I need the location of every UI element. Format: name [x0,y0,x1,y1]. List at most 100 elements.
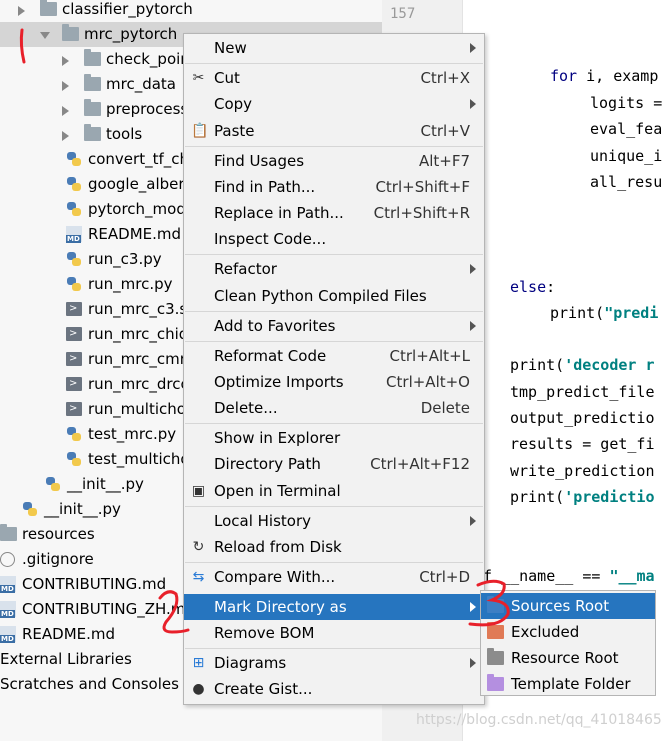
menu-item-refactor[interactable]: Refactor [184,256,484,282]
resource-root-folder-icon [487,648,504,665]
menu-item-label: Reformat Code [214,347,327,365]
menu-item-label: Mark Directory as [214,598,347,616]
menu-item-diagrams[interactable]: ⊞ Diagrams [184,650,484,676]
tree-item-label: resources [22,525,95,543]
menu-item-label: Create Gist... [214,680,313,698]
tree-item-label: run_c3.py [88,250,162,268]
folder-icon [40,0,57,16]
mark-directory-submenu: Sources Root Excluded Resource Root Templat… [480,590,656,696]
tree-item-label: tools [106,125,143,143]
chevron-right-icon[interactable] [62,106,69,116]
code-line: else: [510,278,555,296]
tree-item-label: CONTRIBUTING.md [22,575,167,593]
menu-item-optimize-imports[interactable]: Optimize Imports Ctrl+Alt+O [184,369,484,395]
submenu-arrow-icon [470,99,476,109]
markdown-file-icon [0,626,16,643]
code-keyword: for [550,67,578,85]
menu-item-shortcut: Ctrl+Shift+F [375,178,470,196]
menu-item-remove-bom[interactable]: Remove BOM [184,620,484,646]
submenu-item-template-folder[interactable]: Template Folder [481,671,655,697]
menu-item-inspect-code[interactable]: Inspect Code... [184,226,484,252]
code-string: "__ma [609,567,655,585]
menu-item-label: Replace in Path... [214,204,344,222]
menu-separator [185,311,483,312]
menu-item-paste[interactable]: 📋 Paste Ctrl+V [184,118,484,144]
code-text: output_predictio [510,409,655,427]
menu-item-label: Inspect Code... [214,230,327,248]
menu-item-shortcut: Ctrl+Alt+L [389,347,471,365]
menu-separator [185,562,483,563]
chevron-right-icon[interactable] [62,56,69,66]
menu-item-delete[interactable]: Delete... Delete [184,395,484,421]
code-text: print( [510,356,565,374]
menu-item-copy[interactable]: Copy [184,91,484,117]
menu-item-new[interactable]: New [184,35,484,61]
code-line: unique_i [590,147,662,165]
menu-item-shortcut: Ctrl+Shift+R [373,204,470,222]
chevron-down-icon[interactable] [40,32,50,39]
code-line: tmp_predict_file [510,383,655,401]
code-text: logits = [590,94,663,112]
tree-item-label: run_multicho [88,400,186,418]
submenu-arrow-icon [470,321,476,331]
python-file-icon [66,151,82,167]
submenu-item-label: Excluded [511,623,580,641]
submenu-arrow-icon [470,516,476,526]
menu-item-shortcut: Delete [420,399,470,417]
submenu-item-excluded[interactable]: Excluded [481,619,655,645]
menu-item-cut[interactable]: ✂ Cut Ctrl+X [184,65,484,91]
tree-item-label: mrc_pytorch [84,25,178,43]
tree-item-label: run_mrc_drcc [88,375,189,393]
menu-item-label: Find in Path... [214,178,316,196]
menu-item-find-in-path[interactable]: Find in Path... Ctrl+Shift+F [184,174,484,200]
menu-separator [185,341,483,342]
code-keyword: else [510,278,547,296]
sources-root-folder-icon [487,596,504,613]
menu-item-compare-with[interactable]: ⇆ Compare With... Ctrl+D [184,564,484,590]
menu-item-label: Paste [214,122,255,140]
template-folder-icon [487,674,504,691]
menu-item-mark-directory-as[interactable]: Mark Directory as [184,594,484,620]
markdown-file-icon [66,226,82,243]
code-string: 'decoder r [564,356,655,374]
menu-item-label: Refactor [214,260,277,278]
chevron-right-icon[interactable] [62,131,69,141]
shell-script-icon [66,296,82,321]
submenu-item-label: Template Folder [511,675,631,693]
menu-separator [185,648,483,649]
chevron-right-icon[interactable] [62,81,69,91]
submenu-arrow-icon [470,264,476,274]
menu-item-label: Compare With... [214,568,336,586]
menu-item-shortcut: Ctrl+D [419,568,470,586]
watermark: https://blog.csdn.net/qq_41018465 [416,712,662,728]
code-line: eval_fea [590,120,662,138]
tree-item-label: README.md [22,625,116,643]
tree-item-label: run_mrc_c3.sh [88,300,197,318]
menu-separator [185,63,483,64]
submenu-item-sources-root[interactable]: Sources Root [481,593,655,619]
code-line: print('predictio [510,488,655,506]
menu-item-shortcut: Ctrl+X [420,69,470,87]
menu-item-show-in-explorer[interactable]: Show in Explorer [184,425,484,451]
diagram-icon: ⊞ [192,655,205,671]
menu-item-add-to-favorites[interactable]: Add to Favorites [184,313,484,339]
chevron-right-icon[interactable] [18,6,25,16]
submenu-item-resource-root[interactable]: Resource Root [481,645,655,671]
python-file-icon [66,176,82,192]
menu-item-replace-in-path[interactable]: Replace in Path... Ctrl+Shift+R [184,200,484,226]
code-text: eval_fea [590,120,663,138]
shell-script-icon [66,346,82,371]
menu-item-directory-path[interactable]: Directory Path Ctrl+Alt+F12 [184,451,484,477]
menu-item-reload-from-disk[interactable]: ↻ Reload from Disk [184,534,484,560]
menu-item-label: New [214,39,247,57]
menu-item-reformat-code[interactable]: Reformat Code Ctrl+Alt+L [184,343,484,369]
menu-item-shortcut: Alt+F7 [418,152,470,170]
code-text: results = get_fi [510,435,655,453]
menu-item-label: Copy [214,95,253,113]
menu-item-find-usages[interactable]: Find Usages Alt+F7 [184,148,484,174]
menu-item-open-in-terminal[interactable]: ▣ Open in Terminal [184,478,484,504]
menu-item-create-gist[interactable]: ● Create Gist... [184,676,484,702]
menu-item-local-history[interactable]: Local History [184,508,484,534]
menu-item-clean-python-compiled-files[interactable]: Clean Python Compiled Files [184,283,484,309]
code-text: : [546,278,556,296]
